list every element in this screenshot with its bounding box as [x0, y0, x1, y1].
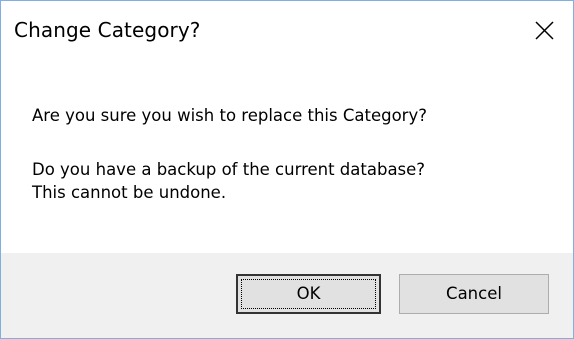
ok-button[interactable]: OK [236, 274, 381, 314]
dialog-content: Are you sure you wish to replace this Ca… [1, 61, 573, 253]
button-bar: OK Cancel [1, 253, 573, 338]
change-category-dialog: Change Category? Are you sure you wish t… [0, 0, 574, 339]
cancel-button[interactable]: Cancel [399, 274, 549, 314]
message-backup-question: Do you have a backup of the current data… [32, 160, 426, 179]
focus-rectangle [241, 279, 376, 309]
message-question: Are you sure you wish to replace this Ca… [32, 106, 427, 125]
close-icon [535, 21, 554, 40]
message-warning: This cannot be undone. [32, 183, 227, 202]
cancel-button-label: Cancel [446, 284, 502, 303]
dialog-title: Change Category? [14, 18, 201, 42]
close-button[interactable] [526, 12, 566, 52]
title-bar: Change Category? [1, 1, 573, 61]
